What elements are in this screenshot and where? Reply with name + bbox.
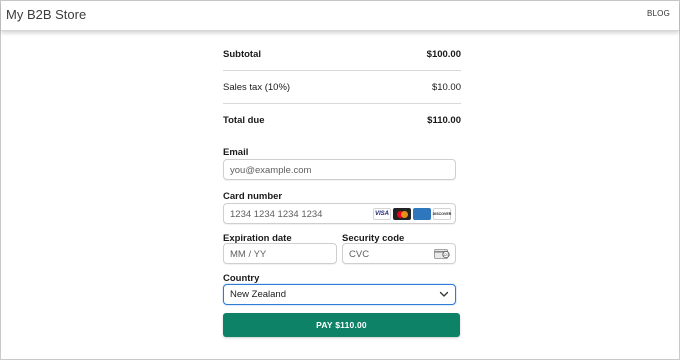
total-row: Total due $110.00 [223,104,461,136]
subtotal-row: Subtotal $100.00 [223,38,461,70]
card-number-label: Card number [223,191,283,202]
tax-value: $10.00 [431,81,461,93]
card-brand-logos: VISA DISCOVER [373,208,451,220]
mastercard-icon [393,208,411,220]
country-select[interactable]: New Zealand [223,284,456,305]
country-value: New Zealand [230,289,286,300]
discover-icon: DISCOVER [433,208,451,220]
tax-row: Sales tax (10%) $10.00 [223,71,461,103]
expiry-field-wrapper [223,243,337,264]
email-label: Email [223,147,249,158]
subtotal-value: $100.00 [426,48,461,60]
cvc-field-wrapper: 123 [342,243,456,264]
total-label: Total due [223,114,265,126]
amex-icon [413,208,431,220]
top-navigation-bar: My B2B Store BLOG [1,1,679,31]
store-title[interactable]: My B2B Store [6,7,86,22]
subtotal-label: Subtotal [223,48,261,60]
expiry-input[interactable] [224,245,336,264]
chevron-down-icon [439,291,449,297]
total-value: $110.00 [427,114,461,126]
blog-link[interactable]: BLOG [647,9,670,18]
country-label: Country [223,273,260,284]
email-input[interactable] [224,161,455,180]
pay-button[interactable]: PAY $110.00 [223,313,460,337]
svg-text:123: 123 [443,253,449,257]
order-summary: Subtotal $100.00 Sales tax (10%) $10.00 … [223,38,461,136]
card-number-field-wrapper: VISA DISCOVER [223,203,456,224]
email-field-wrapper [223,159,456,180]
cvc-card-icon: 123 [434,249,450,259]
visa-icon: VISA [373,208,391,220]
tax-label: Sales tax (10%) [223,81,291,93]
